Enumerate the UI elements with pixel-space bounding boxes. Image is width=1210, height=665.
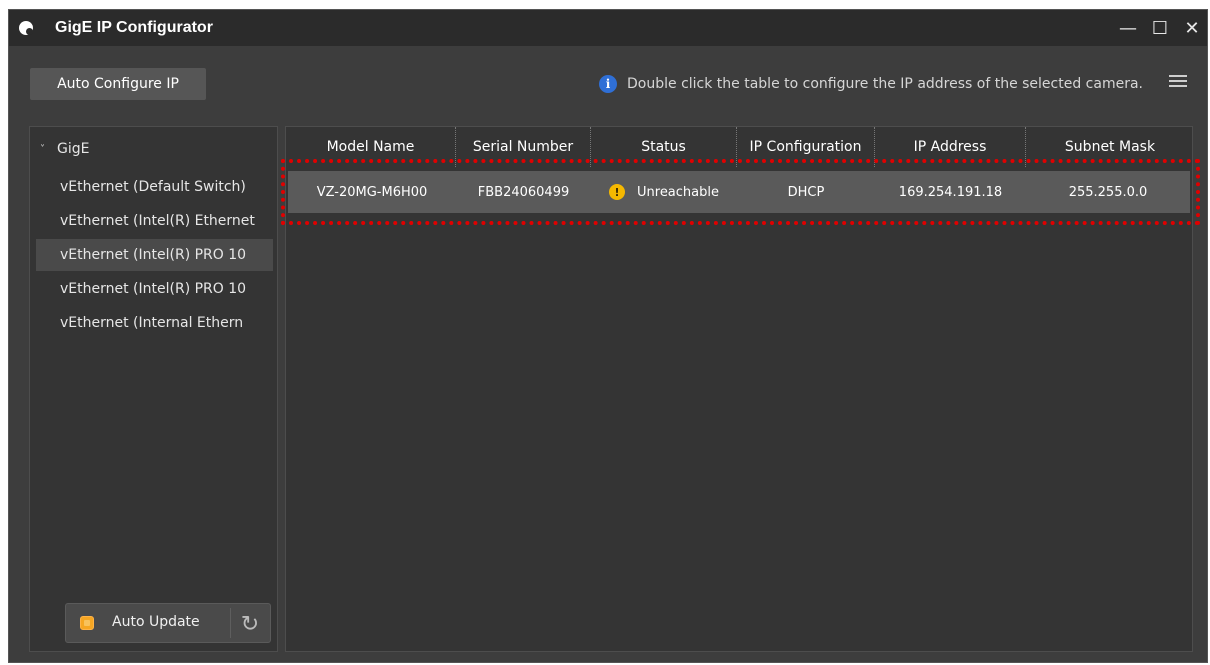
app-logo-icon (19, 21, 33, 35)
sidebar-item-internal-ethernet[interactable]: vEthernet (Internal Ethern (36, 307, 273, 339)
cell-status: ! Unreachable (591, 171, 737, 213)
refresh-icon[interactable]: ↻ (236, 610, 264, 638)
cell-subnet-mask: 255.255.0.0 (1068, 184, 1148, 200)
title-bar: GigE IP Configurator — ☐ ✕ (9, 10, 1207, 46)
status-text: Unreachable (637, 184, 719, 200)
sidebar-item-intel-ethernet[interactable]: vEthernet (Intel(R) Ethernet (36, 205, 273, 237)
window-title: GigE IP Configurator (55, 19, 213, 36)
cell-ip-address: 169.254.191.18 (898, 184, 1003, 200)
close-icon[interactable]: ✕ (1183, 18, 1201, 39)
minimize-icon[interactable]: — (1119, 18, 1137, 39)
tree-root-label: GigE (57, 141, 90, 157)
column-header-status[interactable]: Status (591, 127, 737, 167)
auto-update-checkbox[interactable] (80, 616, 94, 630)
info-icon: i (599, 75, 618, 93)
column-header-subnet-mask[interactable]: Subnet Mask (1026, 127, 1194, 167)
hamburger-menu-icon[interactable] (1169, 72, 1187, 90)
auto-configure-ip-button[interactable]: Auto Configure IP (30, 68, 206, 100)
chevron-down-icon[interactable]: ˅ (40, 144, 45, 155)
column-header-ip-configuration[interactable]: IP Configuration (737, 127, 875, 167)
column-header-serial-number[interactable]: Serial Number (456, 127, 591, 167)
app-window: GigE IP Configurator — ☐ ✕ Auto Configur… (8, 9, 1208, 663)
info-text: Double click the table to configure the … (627, 76, 1143, 92)
table-header: Model Name Serial Number Status IP Confi… (286, 127, 1194, 167)
info-hint: i Double click the table to configure th… (599, 68, 1143, 100)
maximize-icon[interactable]: ☐ (1151, 18, 1169, 39)
sidebar-item-intel-pro-2[interactable]: vEthernet (Intel(R) PRO 10 (36, 273, 273, 305)
sidebar-item-intel-pro-1[interactable]: vEthernet (Intel(R) PRO 10 (36, 239, 273, 271)
tree-root-gige[interactable]: ˅ GigE (40, 141, 89, 157)
column-header-model-name[interactable]: Model Name (286, 127, 456, 167)
auto-update-control: Auto Update ↻ (65, 603, 271, 643)
cell-ip-configuration: DHCP (787, 184, 825, 200)
cell-model-name: VZ-20MG-M6H00 (316, 184, 428, 200)
divider (230, 608, 231, 638)
warning-icon: ! (609, 184, 625, 200)
sidebar-item-default-switch[interactable]: vEthernet (Default Switch) (36, 171, 273, 203)
window-controls: — ☐ ✕ (1119, 10, 1201, 46)
interface-sidebar: ˅ GigE vEthernet (Default Switch) vEther… (29, 126, 278, 652)
cell-serial-number: FBB24060499 (477, 184, 570, 200)
table-row[interactable]: VZ-20MG-M6H00 FBB24060499 ! Unreachable … (288, 171, 1190, 213)
auto-update-label: Auto Update (112, 614, 200, 630)
camera-table: Model Name Serial Number Status IP Confi… (285, 126, 1193, 652)
column-header-ip-address[interactable]: IP Address (875, 127, 1026, 167)
